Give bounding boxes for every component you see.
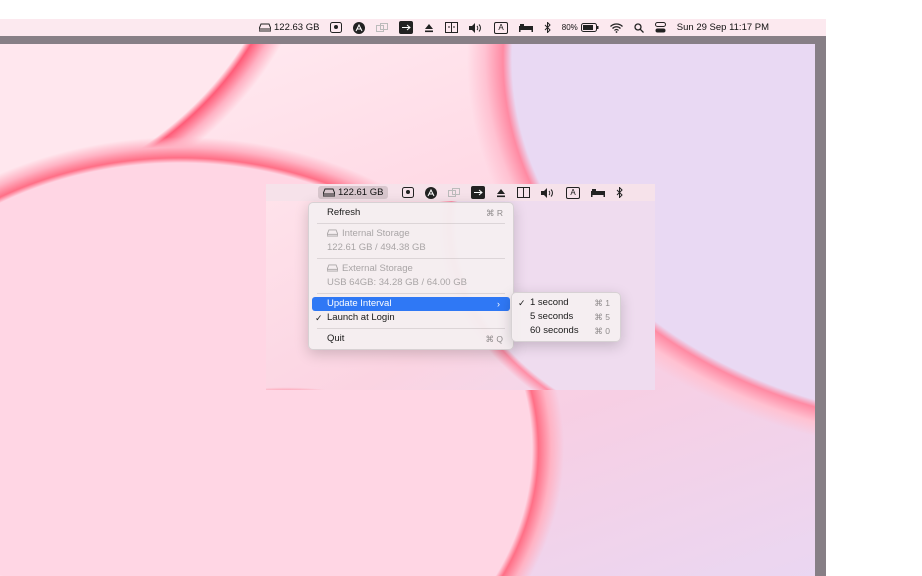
disk-icon — [259, 23, 271, 32]
inner-menu-bar: 122.61 GB A — [266, 184, 655, 201]
wifi-icon[interactable] — [609, 22, 623, 33]
eject-icon[interactable] — [424, 23, 434, 33]
volume-icon[interactable] — [469, 22, 483, 33]
control-center-icon[interactable] — [654, 22, 666, 33]
usb-icon[interactable] — [399, 21, 414, 34]
search-icon[interactable] — [634, 22, 644, 33]
update-interval-submenu: ✓ 1 second ⌘ 1 5 seconds ⌘ 5 60 seconds … — [511, 292, 621, 342]
update-interval-menu-item[interactable]: Update Interval › — [312, 297, 510, 311]
storage-label: 122.63 GB — [274, 22, 320, 33]
disk-icon — [323, 188, 335, 197]
internal-storage-header: Internal Storage — [309, 227, 513, 241]
usb-icon[interactable] — [471, 186, 486, 199]
bed-icon[interactable] — [590, 188, 605, 197]
external-storage-header: External Storage — [309, 262, 513, 276]
volume-icon[interactable] — [541, 187, 555, 198]
inner-screenshot: 122.61 GB A Refresh ⌘ R Internal Storage… — [266, 184, 655, 390]
chevron-right-icon: › — [497, 299, 500, 309]
input-source-icon[interactable]: A — [494, 21, 508, 34]
eject-icon[interactable] — [496, 188, 506, 198]
disk-icon — [327, 264, 338, 273]
dual-windows-icon[interactable] — [376, 22, 389, 33]
display-mirror-icon[interactable] — [517, 187, 531, 198]
submenu-item-5-seconds[interactable]: 5 seconds ⌘ 5 — [512, 310, 620, 324]
menu-divider — [317, 293, 505, 294]
menu-bar: 122.63 GB A 80% Sun 29 Sep 11:17 PM — [0, 19, 826, 37]
submenu-item-60-seconds[interactable]: 60 seconds ⌘ 0 — [512, 324, 620, 338]
inner-storage-menu-item[interactable]: 122.61 GB — [318, 186, 389, 199]
menu-divider — [317, 328, 505, 329]
bed-icon[interactable] — [518, 23, 533, 32]
battery-status[interactable]: 80% — [562, 23, 599, 32]
quit-menu-item[interactable]: Quit ⌘ Q — [309, 332, 513, 346]
refresh-menu-item[interactable]: Refresh ⌘ R — [309, 206, 513, 220]
screenshot-icon[interactable] — [330, 22, 343, 33]
display-mirror-icon[interactable] — [445, 22, 459, 33]
refresh-shortcut: ⌘ R — [486, 208, 503, 218]
menu-divider — [317, 223, 505, 224]
window-frame-right — [815, 36, 826, 576]
battery-icon — [580, 23, 599, 32]
window-frame-top — [0, 36, 815, 44]
app-store-icon[interactable] — [425, 186, 438, 199]
input-source-icon[interactable]: A — [566, 186, 580, 199]
app-store-icon[interactable] — [353, 21, 366, 34]
external-storage-value: USB 64GB: 34.28 GB / 64.00 GB — [327, 277, 467, 288]
storage-menu-item[interactable]: 122.63 GB — [259, 22, 319, 33]
checkmark-icon: ✓ — [518, 298, 526, 308]
bluetooth-icon[interactable] — [544, 22, 551, 33]
storage-dropdown-menu: Refresh ⌘ R Internal Storage 122.61 GB /… — [308, 202, 514, 350]
inner-storage-label: 122.61 GB — [338, 187, 384, 198]
screenshot-icon[interactable] — [402, 187, 415, 198]
internal-storage-value: 122.61 GB / 494.38 GB — [327, 242, 426, 253]
clock[interactable]: Sun 29 Sep 11:17 PM — [677, 22, 769, 33]
menu-divider — [317, 258, 505, 259]
bluetooth-icon[interactable] — [616, 187, 623, 198]
dual-windows-icon[interactable] — [448, 187, 461, 198]
quit-shortcut: ⌘ Q — [485, 334, 503, 344]
checkmark-icon: ✓ — [315, 313, 323, 323]
launch-at-login-menu-item[interactable]: ✓ Launch at Login — [309, 311, 513, 325]
submenu-item-1-second[interactable]: ✓ 1 second ⌘ 1 — [512, 296, 620, 310]
disk-icon — [327, 229, 338, 238]
